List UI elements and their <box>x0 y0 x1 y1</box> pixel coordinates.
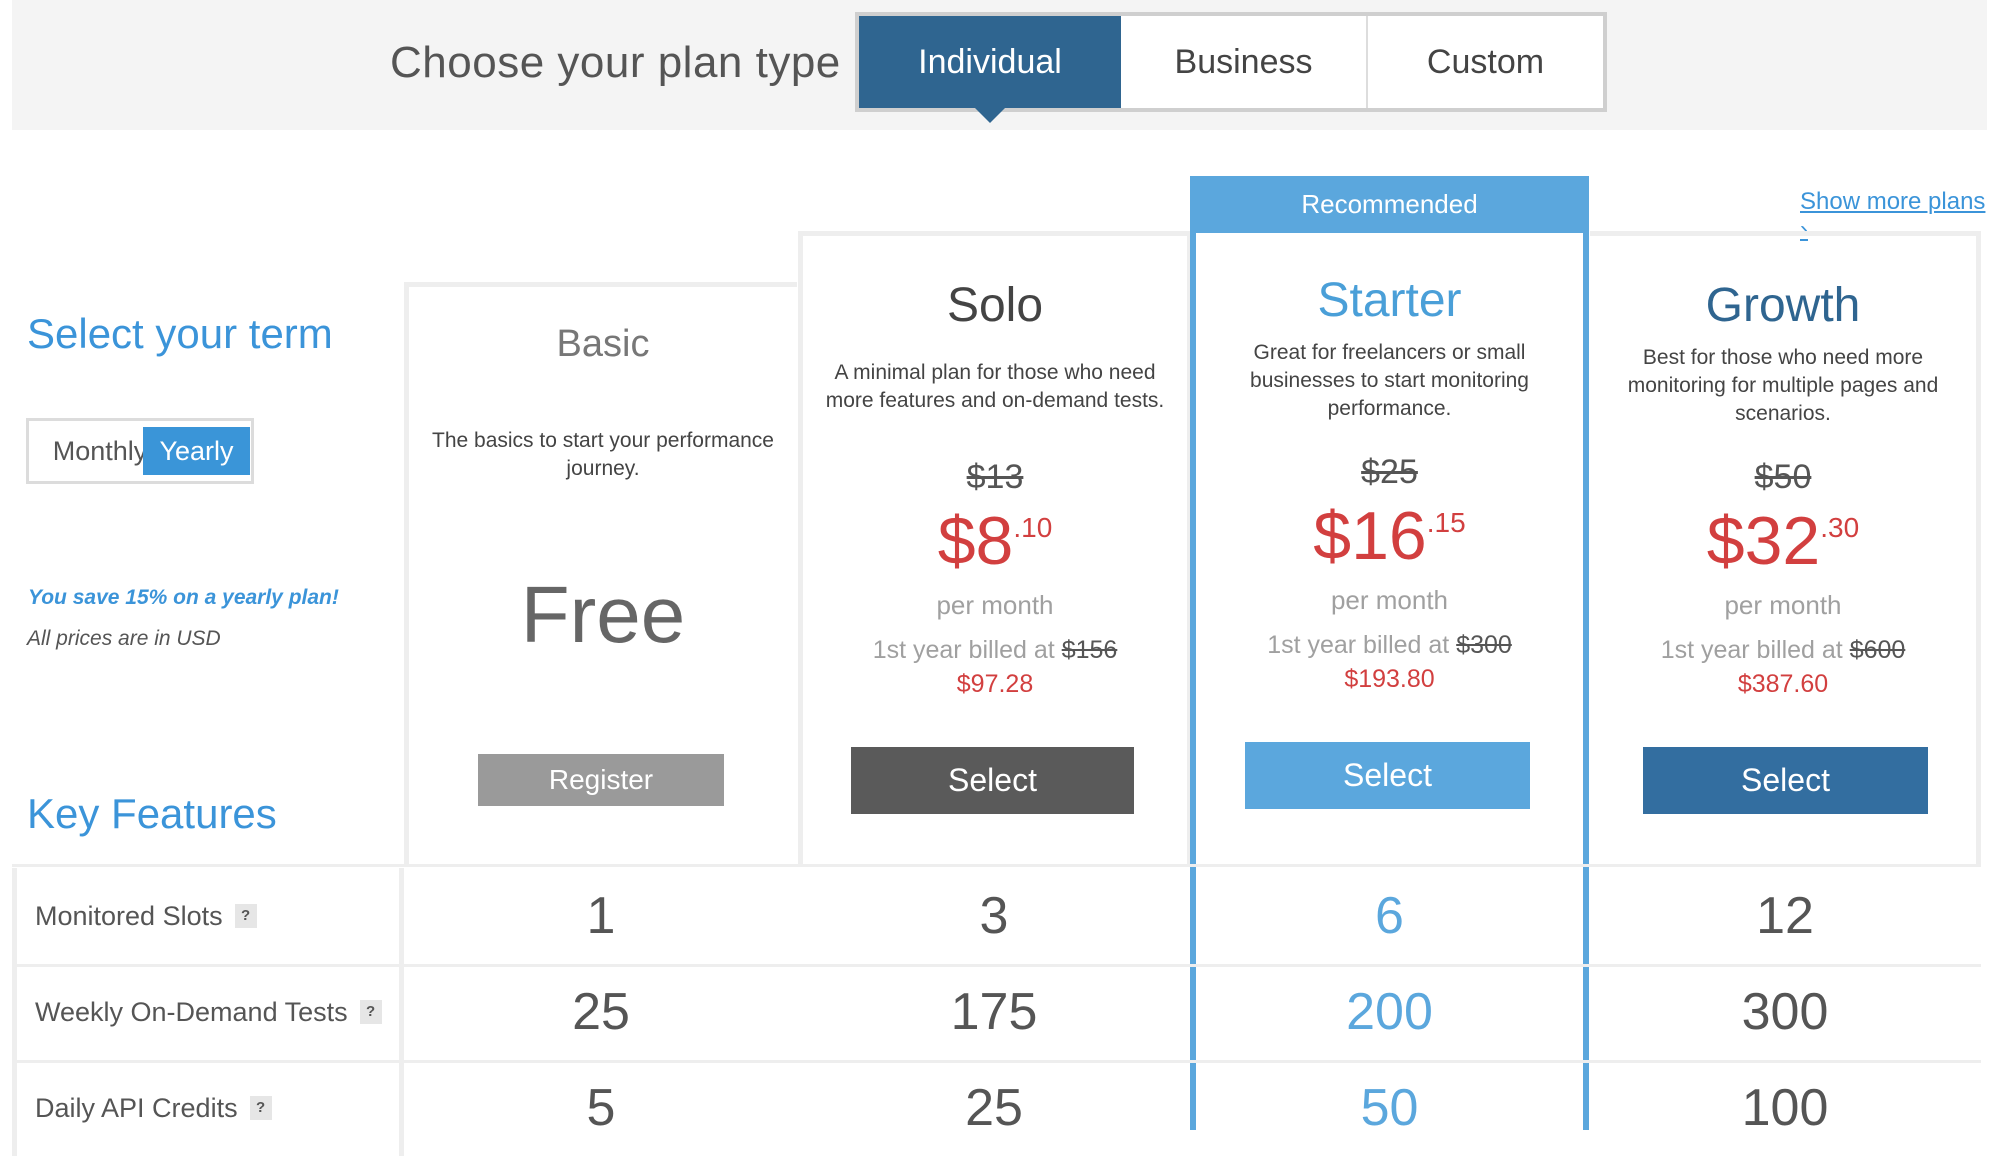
table-row: Weekly On-Demand Tests? 25 175 200 300 <box>12 964 1981 1060</box>
select-starter-button[interactable]: Select <box>1245 742 1530 809</box>
discounted-price: $8.10 <box>803 502 1187 580</box>
per-month-label: per month <box>936 590 1054 620</box>
billed-prefix: 1st year billed at <box>1267 631 1450 659</box>
plan-card-growth: Growth Best for those who need more moni… <box>1590 231 1981 865</box>
billed-original: $600 <box>1849 636 1906 664</box>
currency-note: All prices are in USD <box>27 627 221 650</box>
tab-custom[interactable]: Custom <box>1368 16 1603 108</box>
divider <box>12 864 1981 867</box>
billed-line: 1st year billed at $156 <box>803 636 1187 665</box>
feature-name: Daily API Credits <box>35 1092 238 1123</box>
feature-table: Monitored Slots? 1 3 6 12 Weekly On-Dema… <box>12 864 1981 1156</box>
original-price: $25 <box>1361 453 1418 491</box>
billed-discounted: $387.60 <box>1737 670 1829 698</box>
feature-value-solo: 3 <box>979 887 1009 945</box>
plan-name: Solo <box>946 279 1044 332</box>
price-main: $32 <box>1706 503 1821 579</box>
feature-value-basic: 5 <box>586 1079 616 1137</box>
plan-card-basic: Basic The basics to start your performan… <box>404 282 797 865</box>
feature-value-solo: 25 <box>965 1079 1023 1137</box>
select-term-heading: Select your term <box>27 310 333 357</box>
feature-name: Weekly On-Demand Tests <box>35 996 348 1027</box>
per-month-label: per month <box>1724 590 1842 620</box>
feature-value-starter: 6 <box>1375 887 1404 945</box>
feature-value-growth: 300 <box>1741 983 1829 1041</box>
plan-description: A minimal plan for those who need more f… <box>825 361 1165 412</box>
register-button[interactable]: Register <box>478 754 724 806</box>
term-yearly-button[interactable]: Yearly <box>143 427 250 475</box>
price-cents: .30 <box>1820 512 1860 543</box>
plan-price-free: Free <box>520 570 686 659</box>
price-cents: .15 <box>1426 507 1466 538</box>
key-features-heading: Key Features <box>27 790 277 837</box>
feature-value-growth: 100 <box>1741 1079 1829 1137</box>
table-row: Monitored Slots? 1 3 6 12 <box>12 868 1981 964</box>
discounted-price: $32.30 <box>1590 502 1976 580</box>
feature-label: Daily API Credits? <box>12 1060 404 1156</box>
original-price: $50 <box>1754 458 1812 496</box>
billed-prefix: 1st year billed at <box>872 636 1055 664</box>
plan-name: Starter <box>1317 274 1462 327</box>
feature-value-solo: 175 <box>950 983 1038 1041</box>
price-main: $8 <box>937 503 1014 579</box>
plan-description: The basics to start your performance jou… <box>432 429 774 480</box>
recommended-badge: Recommended <box>1190 176 1589 233</box>
help-icon[interactable]: ? <box>249 1096 272 1120</box>
feature-value-basic: 25 <box>572 983 630 1041</box>
feature-name: Monitored Slots <box>35 900 223 931</box>
billed-original: $300 <box>1456 631 1512 659</box>
price-main: $16 <box>1313 498 1427 574</box>
plan-name: Basic <box>556 323 650 365</box>
select-growth-button[interactable]: Select <box>1643 747 1928 814</box>
plan-type-tabs: Individual Business Custom <box>855 12 1607 123</box>
tab-individual[interactable]: Individual <box>859 16 1121 123</box>
feature-label: Weekly On-Demand Tests? <box>12 964 404 1060</box>
plan-description: Best for those who need more monitoring … <box>1627 346 1939 425</box>
plan-card-solo: Solo A minimal plan for those who need m… <box>798 231 1191 865</box>
active-tab-caret-icon <box>975 108 1005 123</box>
help-icon[interactable]: ? <box>359 1000 382 1024</box>
plan-name: Growth <box>1705 279 1861 332</box>
billed-discounted: $97.28 <box>956 670 1034 698</box>
feature-label: Monitored Slots? <box>12 868 404 964</box>
tab-business[interactable]: Business <box>1121 16 1368 108</box>
billed-original: $156 <box>1061 636 1118 664</box>
tab-individual-label: Individual <box>918 42 1062 81</box>
tab-custom-label: Custom <box>1426 42 1545 81</box>
feature-value-basic: 1 <box>586 887 616 945</box>
billed-line: 1st year billed at $300 <box>1196 631 1583 660</box>
tab-business-label: Business <box>1174 42 1313 81</box>
select-solo-button[interactable]: Select <box>851 747 1134 814</box>
feature-value-starter: 50 <box>1360 1079 1419 1137</box>
billed-discounted: $193.80 <box>1344 665 1435 693</box>
discounted-price: $16.15 <box>1196 497 1583 575</box>
yearly-savings-note: You save 15% on a yearly plan! <box>28 586 339 609</box>
plan-description: Great for freelancers or small businesse… <box>1250 341 1529 420</box>
per-month-label: per month <box>1330 585 1449 615</box>
term-toggle: Monthly Yearly <box>26 418 254 484</box>
table-row: Daily API Credits? 5 25 50 100 <box>12 1060 1981 1156</box>
help-icon[interactable]: ? <box>234 904 257 928</box>
feature-value-starter: 200 <box>1346 983 1433 1041</box>
billed-line: 1st year billed at $600 <box>1590 636 1976 665</box>
price-cents: .10 <box>1013 512 1053 543</box>
billed-prefix: 1st year billed at <box>1660 636 1843 664</box>
original-price: $13 <box>966 458 1024 496</box>
feature-value-growth: 12 <box>1756 887 1814 945</box>
plan-type-label: Choose your plan type <box>390 38 841 87</box>
